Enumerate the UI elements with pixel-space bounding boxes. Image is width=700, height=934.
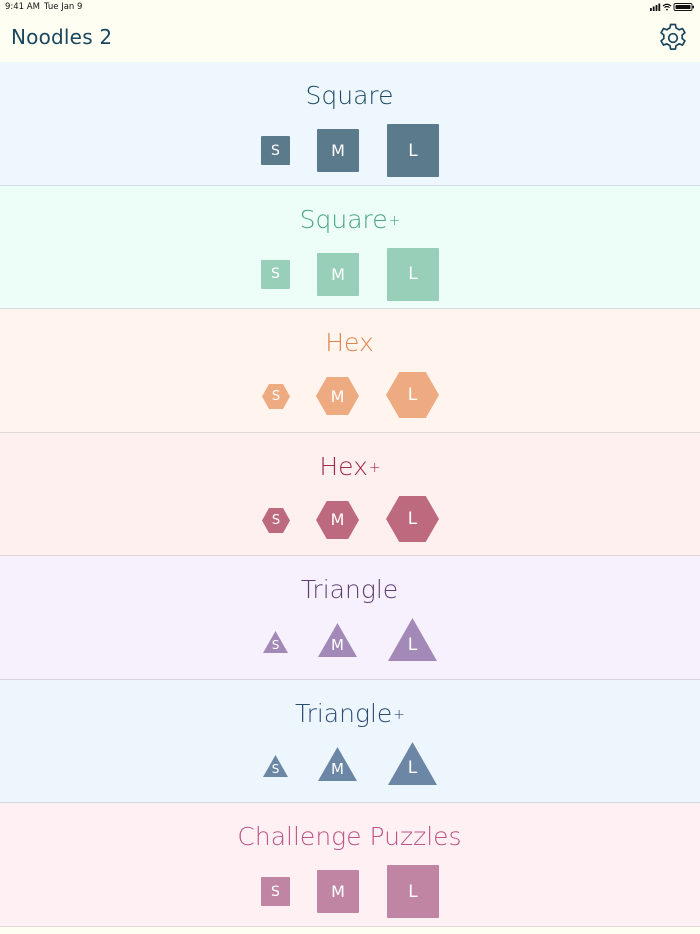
size-label: L xyxy=(407,634,418,655)
battery-icon xyxy=(673,3,694,11)
size-label: L xyxy=(407,508,418,529)
section-hex: Hex S M L xyxy=(0,309,700,433)
section-title-text: Challenge Puzzles xyxy=(237,822,462,851)
section-challenge-puzzles: Challenge Puzzles S M L xyxy=(0,803,700,927)
size-button-s[interactable]: S xyxy=(261,259,290,289)
section-square: Square S M L xyxy=(0,62,700,186)
size-button-l[interactable]: L xyxy=(386,495,439,542)
section-title-text: Triangle xyxy=(300,575,399,604)
size-button-s[interactable]: S xyxy=(262,507,290,533)
plus-mark: + xyxy=(368,459,381,476)
size-button-l[interactable]: L xyxy=(387,124,439,177)
size-label: S xyxy=(271,638,280,652)
section-triangle: Triangle S M L xyxy=(0,556,700,680)
section-title: Triangle xyxy=(0,575,700,604)
gear-icon xyxy=(660,23,686,50)
section-title-text: Square xyxy=(305,81,394,110)
size-label: L xyxy=(408,140,418,161)
settings-button[interactable] xyxy=(656,21,690,55)
wifi-icon xyxy=(662,3,672,11)
size-button-m[interactable]: M xyxy=(316,377,359,415)
size-button-l[interactable]: L xyxy=(388,741,437,785)
size-label: S xyxy=(271,142,280,159)
status-time: 9:41 AM xyxy=(5,2,40,12)
size-label: S xyxy=(271,512,281,528)
size-label: S xyxy=(271,761,280,776)
signal-icon xyxy=(650,3,661,11)
status-bar: 9:41 AM Tue Jan 9 xyxy=(0,0,700,14)
size-button-l[interactable]: L xyxy=(386,372,439,418)
section-title-text: Square xyxy=(299,204,388,234)
size-button-s[interactable]: S xyxy=(263,754,288,777)
section-title: Hex xyxy=(0,328,700,357)
size-button-l[interactable]: L xyxy=(387,247,439,301)
size-label: L xyxy=(407,385,418,405)
section-title: Square+ xyxy=(0,205,700,234)
size-button-m[interactable]: M xyxy=(317,129,359,172)
section-title-text: Hex xyxy=(325,328,374,357)
size-label: S xyxy=(271,266,280,282)
section-title-text: Triangle xyxy=(294,698,393,728)
size-label: M xyxy=(331,882,345,901)
size-label: L xyxy=(408,881,418,902)
size-label: M xyxy=(331,141,345,160)
size-label: L xyxy=(408,264,418,284)
section-title: Square xyxy=(0,81,700,110)
size-label: L xyxy=(407,758,418,778)
size-button-s[interactable]: S xyxy=(263,631,288,653)
app-header: Noodles 2 xyxy=(0,14,700,62)
section-hex-plus: Hex+ S M L xyxy=(0,432,700,556)
plus-mark: + xyxy=(388,212,401,229)
size-button-l[interactable]: L xyxy=(387,865,439,918)
size-button-m[interactable]: M xyxy=(318,623,357,657)
app-title: Noodles 2 xyxy=(11,25,113,49)
section-title-text: Hex xyxy=(319,451,368,481)
size-button-m[interactable]: M xyxy=(316,500,359,539)
size-label: M xyxy=(330,386,345,406)
section-title: Triangle+ xyxy=(0,699,700,728)
status-icons xyxy=(650,3,694,11)
puzzle-type-list: Square S M L Square+ S M L Hex S M L Hex+ S M L Triangle… xyxy=(0,62,700,927)
plus-mark: + xyxy=(393,706,406,723)
status-date: Tue Jan 9 xyxy=(44,2,83,12)
size-button-m[interactable]: M xyxy=(317,252,359,296)
size-label: M xyxy=(330,510,345,529)
size-label: M xyxy=(331,636,344,654)
size-button-m[interactable]: M xyxy=(317,870,359,913)
size-button-s[interactable]: S xyxy=(261,136,290,165)
size-label: S xyxy=(271,883,280,900)
section-triangle-plus: Triangle+ S M L xyxy=(0,679,700,803)
size-button-l[interactable]: L xyxy=(388,618,437,661)
section-title: Hex+ xyxy=(0,452,700,481)
size-button-s[interactable]: S xyxy=(261,877,290,906)
size-label: M xyxy=(331,759,344,778)
size-button-m[interactable]: M xyxy=(318,746,357,781)
section-title: Challenge Puzzles xyxy=(0,822,700,851)
size-button-s[interactable]: S xyxy=(262,384,290,409)
size-label: S xyxy=(271,389,281,404)
size-label: M xyxy=(331,264,345,284)
section-square-plus: Square+ S M L xyxy=(0,185,700,309)
